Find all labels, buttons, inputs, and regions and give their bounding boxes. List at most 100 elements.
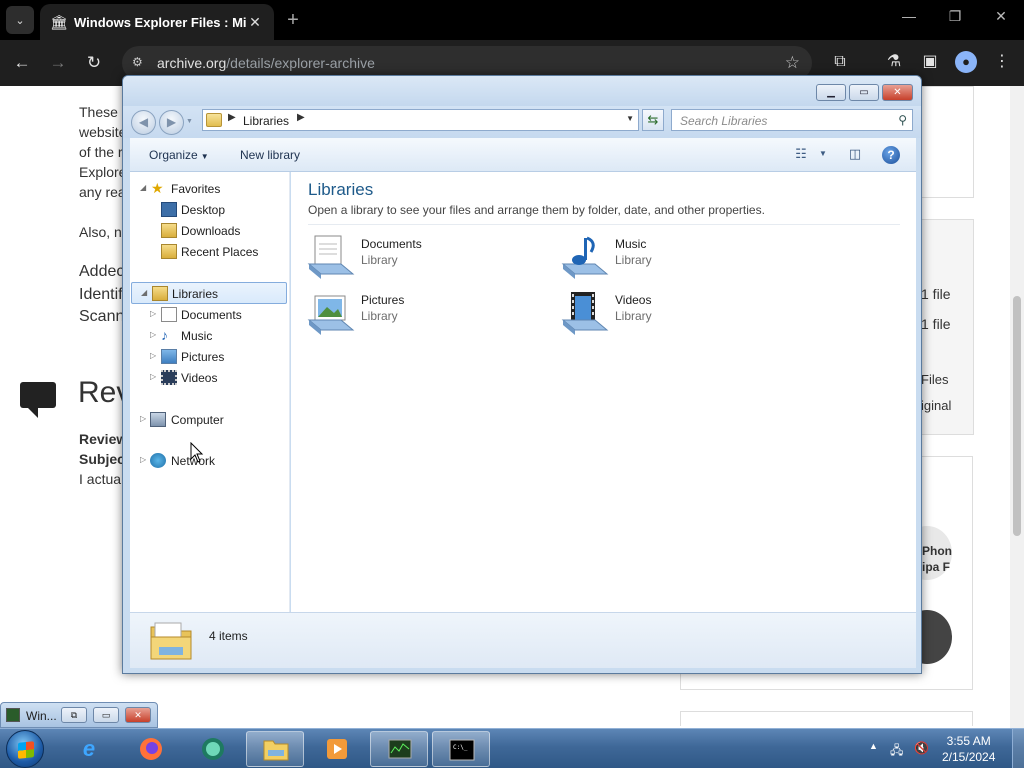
expand-icon[interactable]: ▷ (150, 372, 156, 381)
nav-computer[interactable]: ▷ Computer (130, 409, 288, 430)
volume-muted-icon[interactable]: 🔇 (914, 741, 929, 755)
command-prompt-icon: C:\_ (448, 737, 476, 763)
new-tab-button[interactable]: + (282, 8, 304, 32)
download-count[interactable]: 1 file (921, 286, 951, 302)
maximize-button[interactable]: ▭ (849, 84, 879, 101)
archive-favicon-icon: 🏛 (50, 14, 68, 30)
taskbar-firefox[interactable] (122, 731, 180, 767)
show-desktop-button[interactable] (1012, 729, 1024, 768)
pictures-library-icon (307, 295, 355, 335)
expand-icon[interactable]: ▷ (140, 455, 146, 464)
explorer-address-bar[interactable]: ▶ Libraries ▶ ▼ (202, 109, 639, 131)
nav-music[interactable]: ▷ ♪ Music (130, 325, 288, 346)
site-info-icon[interactable]: ⚙ (132, 55, 148, 71)
expand-icon[interactable]: ▷ (150, 330, 156, 339)
nav-label: Computer (171, 413, 224, 427)
nav-network[interactable]: ▷ Network (130, 450, 288, 471)
restore-icon[interactable]: ⧉ (61, 707, 87, 723)
nav-recent-places[interactable]: Recent Places (130, 241, 288, 262)
organize-menu[interactable]: Organize ▼ (149, 148, 209, 162)
media-player-icon (323, 736, 351, 762)
taskbar-command-prompt[interactable]: C:\_ (432, 731, 490, 767)
library-pictures[interactable]: Pictures Library (307, 286, 537, 338)
reload-icon[interactable]: ↻ (81, 50, 107, 76)
explorer-title-bar[interactable]: ▁ ▭ ✕ (123, 76, 921, 106)
refresh-icon[interactable]: ⇆ (642, 109, 664, 131)
close-window-button[interactable]: ✕ (882, 84, 913, 101)
view-options-chevron-icon[interactable]: ▼ (814, 146, 832, 162)
explorer-window: ▁ ▭ ✕ ◀ ▶ ▼ ▶ Libraries ▶ ▼ ⇆ Search Lib… (122, 75, 922, 674)
taskbar-app-teal[interactable] (184, 731, 242, 767)
network-status-icon[interactable]: 🖧 (890, 741, 903, 762)
restore-browser-button[interactable]: ❐ (940, 8, 970, 25)
nav-videos[interactable]: ▷ Videos (130, 367, 288, 388)
forward-icon[interactable]: ▶ (159, 110, 184, 135)
minimize-browser-button[interactable]: — (894, 8, 924, 24)
libraries-folder-icon (206, 113, 222, 127)
breadcrumb-libraries[interactable]: Libraries (243, 114, 289, 128)
nav-label: Recent Places (181, 245, 259, 259)
search-icon[interactable]: ⚲ (898, 113, 907, 127)
system-clock[interactable]: 3:55 AM 2/15/2024 (942, 733, 995, 765)
tab-search-button[interactable]: ⌄ (6, 6, 34, 34)
nav-favorites[interactable]: ◢ ★ Favorites (130, 178, 288, 199)
address-dropdown-icon[interactable]: ▼ (626, 114, 634, 123)
expand-icon[interactable]: ▷ (150, 351, 156, 360)
taskbar-media-player[interactable] (308, 731, 366, 767)
back-arrow-icon[interactable]: ← (9, 50, 35, 76)
change-view-icon[interactable]: ☷ (792, 146, 810, 162)
library-videos[interactable]: Videos Library (561, 286, 791, 338)
side-panel-icon[interactable]: ▣ (918, 50, 942, 74)
help-icon[interactable]: ? (882, 146, 900, 164)
taskbar-internet-explorer[interactable]: e (60, 731, 118, 767)
forward-arrow-icon[interactable]: → (45, 50, 71, 76)
close-icon[interactable]: ✕ (125, 707, 151, 723)
minimized-window[interactable]: Win... ⧉ ▭ ✕ (0, 702, 158, 728)
preview-pane-icon[interactable]: ◫ (846, 146, 864, 162)
breadcrumb-arrow-icon[interactable]: ▶ (228, 112, 236, 123)
profile-avatar-icon[interactable]: ● (955, 51, 977, 73)
maximize-icon[interactable]: ▭ (93, 707, 119, 723)
collapse-icon[interactable]: ◢ (141, 288, 147, 297)
close-browser-button[interactable]: ✕ (986, 8, 1016, 25)
breadcrumb-arrow-icon[interactable]: ▶ (297, 112, 305, 123)
library-documents[interactable]: Documents Library (307, 230, 537, 282)
show-hidden-icons-icon[interactable]: ▲ (869, 741, 878, 751)
nav-documents[interactable]: ▷ Documents (130, 304, 288, 325)
minimize-button[interactable]: ▁ (816, 84, 846, 101)
nav-pictures[interactable]: ▷ Pictures (130, 346, 288, 367)
review-subject-label: Subjec (79, 451, 125, 467)
bookmark-star-icon[interactable]: ☆ (785, 53, 800, 73)
console-window-icon (6, 708, 20, 722)
browser-tab[interactable]: 🏛 Windows Explorer Files : Micro ✕ (40, 4, 274, 40)
download-files-link[interactable]: Files (921, 372, 948, 387)
page-scrollbar[interactable] (1010, 86, 1024, 728)
taskbar-task-manager[interactable] (370, 731, 428, 767)
library-music[interactable]: Music Library (561, 230, 791, 282)
divider (308, 224, 900, 225)
metadata-line: Identif (79, 286, 123, 303)
labs-flask-icon[interactable]: ⚗ (882, 50, 906, 74)
page-paragraph-line: Explore (79, 164, 127, 180)
search-libraries-input[interactable]: Search Libraries ⚲ (671, 109, 913, 131)
nav-downloads[interactable]: Downloads (130, 220, 288, 241)
back-icon[interactable]: ◀ (131, 110, 156, 135)
recent-pages-chevron-icon[interactable]: ▼ (186, 118, 193, 125)
expand-icon[interactable]: ▷ (140, 414, 146, 423)
download-original-link[interactable]: iginal (921, 398, 951, 413)
scrollbar-thumb[interactable] (1013, 296, 1021, 536)
expand-icon[interactable]: ▷ (150, 309, 156, 318)
taskbar: e C:\_ ▲ 🖧 🔇 3:55 AM 2/15/2024 (0, 728, 1024, 768)
start-button[interactable] (6, 730, 44, 768)
close-tab-icon[interactable]: ✕ (246, 14, 264, 31)
nav-desktop[interactable]: Desktop (130, 199, 288, 220)
chrome-menu-icon[interactable]: ⋮ (990, 50, 1014, 74)
library-name: Pictures (361, 293, 405, 307)
new-library-button[interactable]: New library (240, 148, 300, 162)
libraries-icon (152, 286, 168, 301)
collapse-icon[interactable]: ◢ (140, 183, 146, 192)
taskbar-windows-explorer[interactable] (246, 731, 304, 767)
nav-libraries[interactable]: ◢ Libraries (131, 282, 287, 304)
download-count[interactable]: 1 file (921, 316, 951, 332)
extensions-icon[interactable]: ⧉ (828, 50, 852, 74)
